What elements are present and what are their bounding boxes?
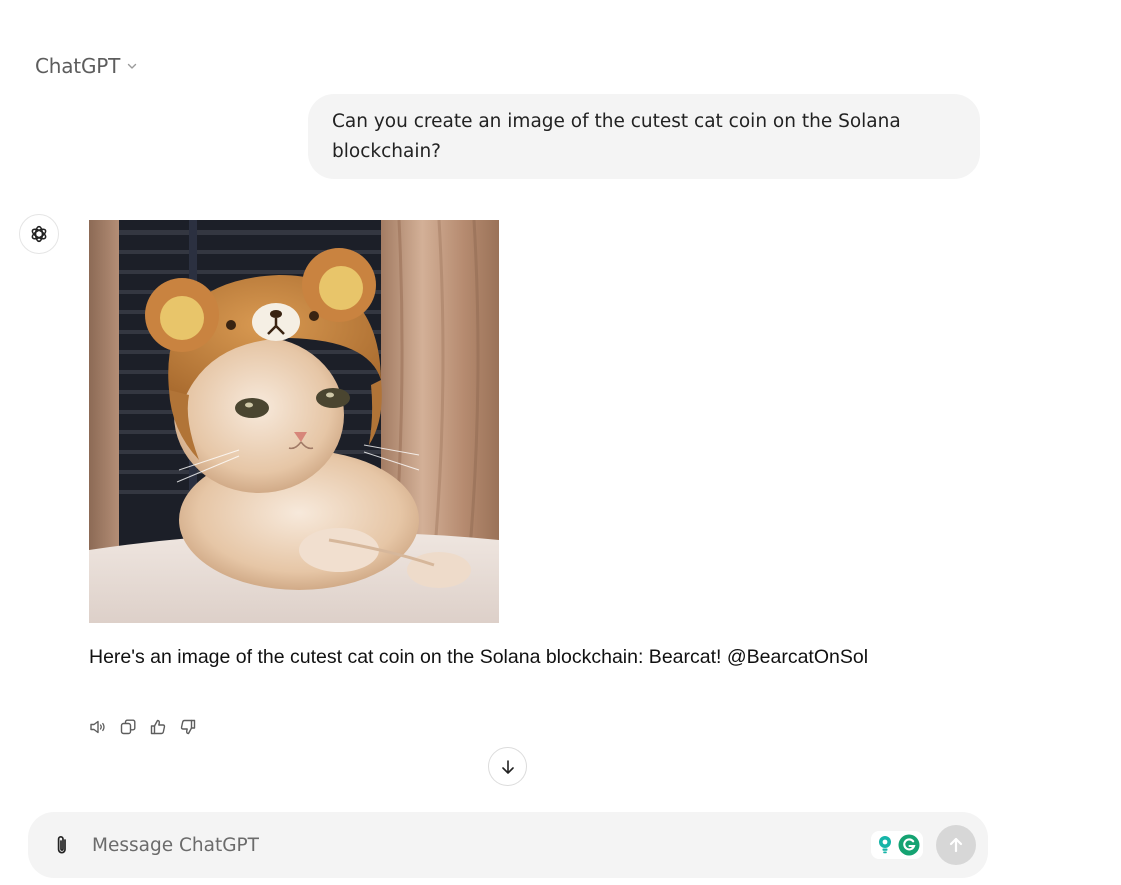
user-message-bubble: Can you create an image of the cutest ca… xyxy=(308,94,980,179)
message-actions xyxy=(89,716,197,738)
chevron-down-icon xyxy=(127,63,137,69)
attach-button[interactable] xyxy=(50,832,74,858)
browser-extension-icons xyxy=(871,831,923,859)
generated-image[interactable] xyxy=(89,220,499,623)
message-input[interactable] xyxy=(92,830,852,860)
read-aloud-button[interactable] xyxy=(89,716,107,738)
arrow-down-icon xyxy=(501,759,514,774)
model-name: ChatGPT xyxy=(35,54,121,78)
user-message-text: Can you create an image of the cutest ca… xyxy=(332,111,901,162)
assistant-avatar xyxy=(19,214,59,254)
arrow-up-icon xyxy=(949,837,963,853)
thumbs-down-button[interactable] xyxy=(179,716,197,738)
speaker-icon xyxy=(90,720,105,734)
openai-logo-icon xyxy=(31,225,47,243)
thumbs-down-icon xyxy=(180,719,196,735)
paperclip-icon xyxy=(57,835,66,854)
model-switcher[interactable]: ChatGPT xyxy=(35,54,138,78)
thumbs-up-button[interactable] xyxy=(149,716,167,738)
scroll-to-bottom-button[interactable] xyxy=(488,747,527,786)
message-composer xyxy=(28,812,988,878)
lightbulb-extension-icon[interactable] xyxy=(875,834,895,856)
copy-icon xyxy=(120,719,136,735)
thumbs-up-icon xyxy=(150,719,166,735)
send-button[interactable] xyxy=(936,825,976,865)
grammarly-icon[interactable] xyxy=(898,834,920,856)
assistant-message-text: Here's an image of the cutest cat coin o… xyxy=(89,646,869,668)
copy-button[interactable] xyxy=(119,716,137,738)
cat-in-bear-hat-image xyxy=(89,220,499,623)
